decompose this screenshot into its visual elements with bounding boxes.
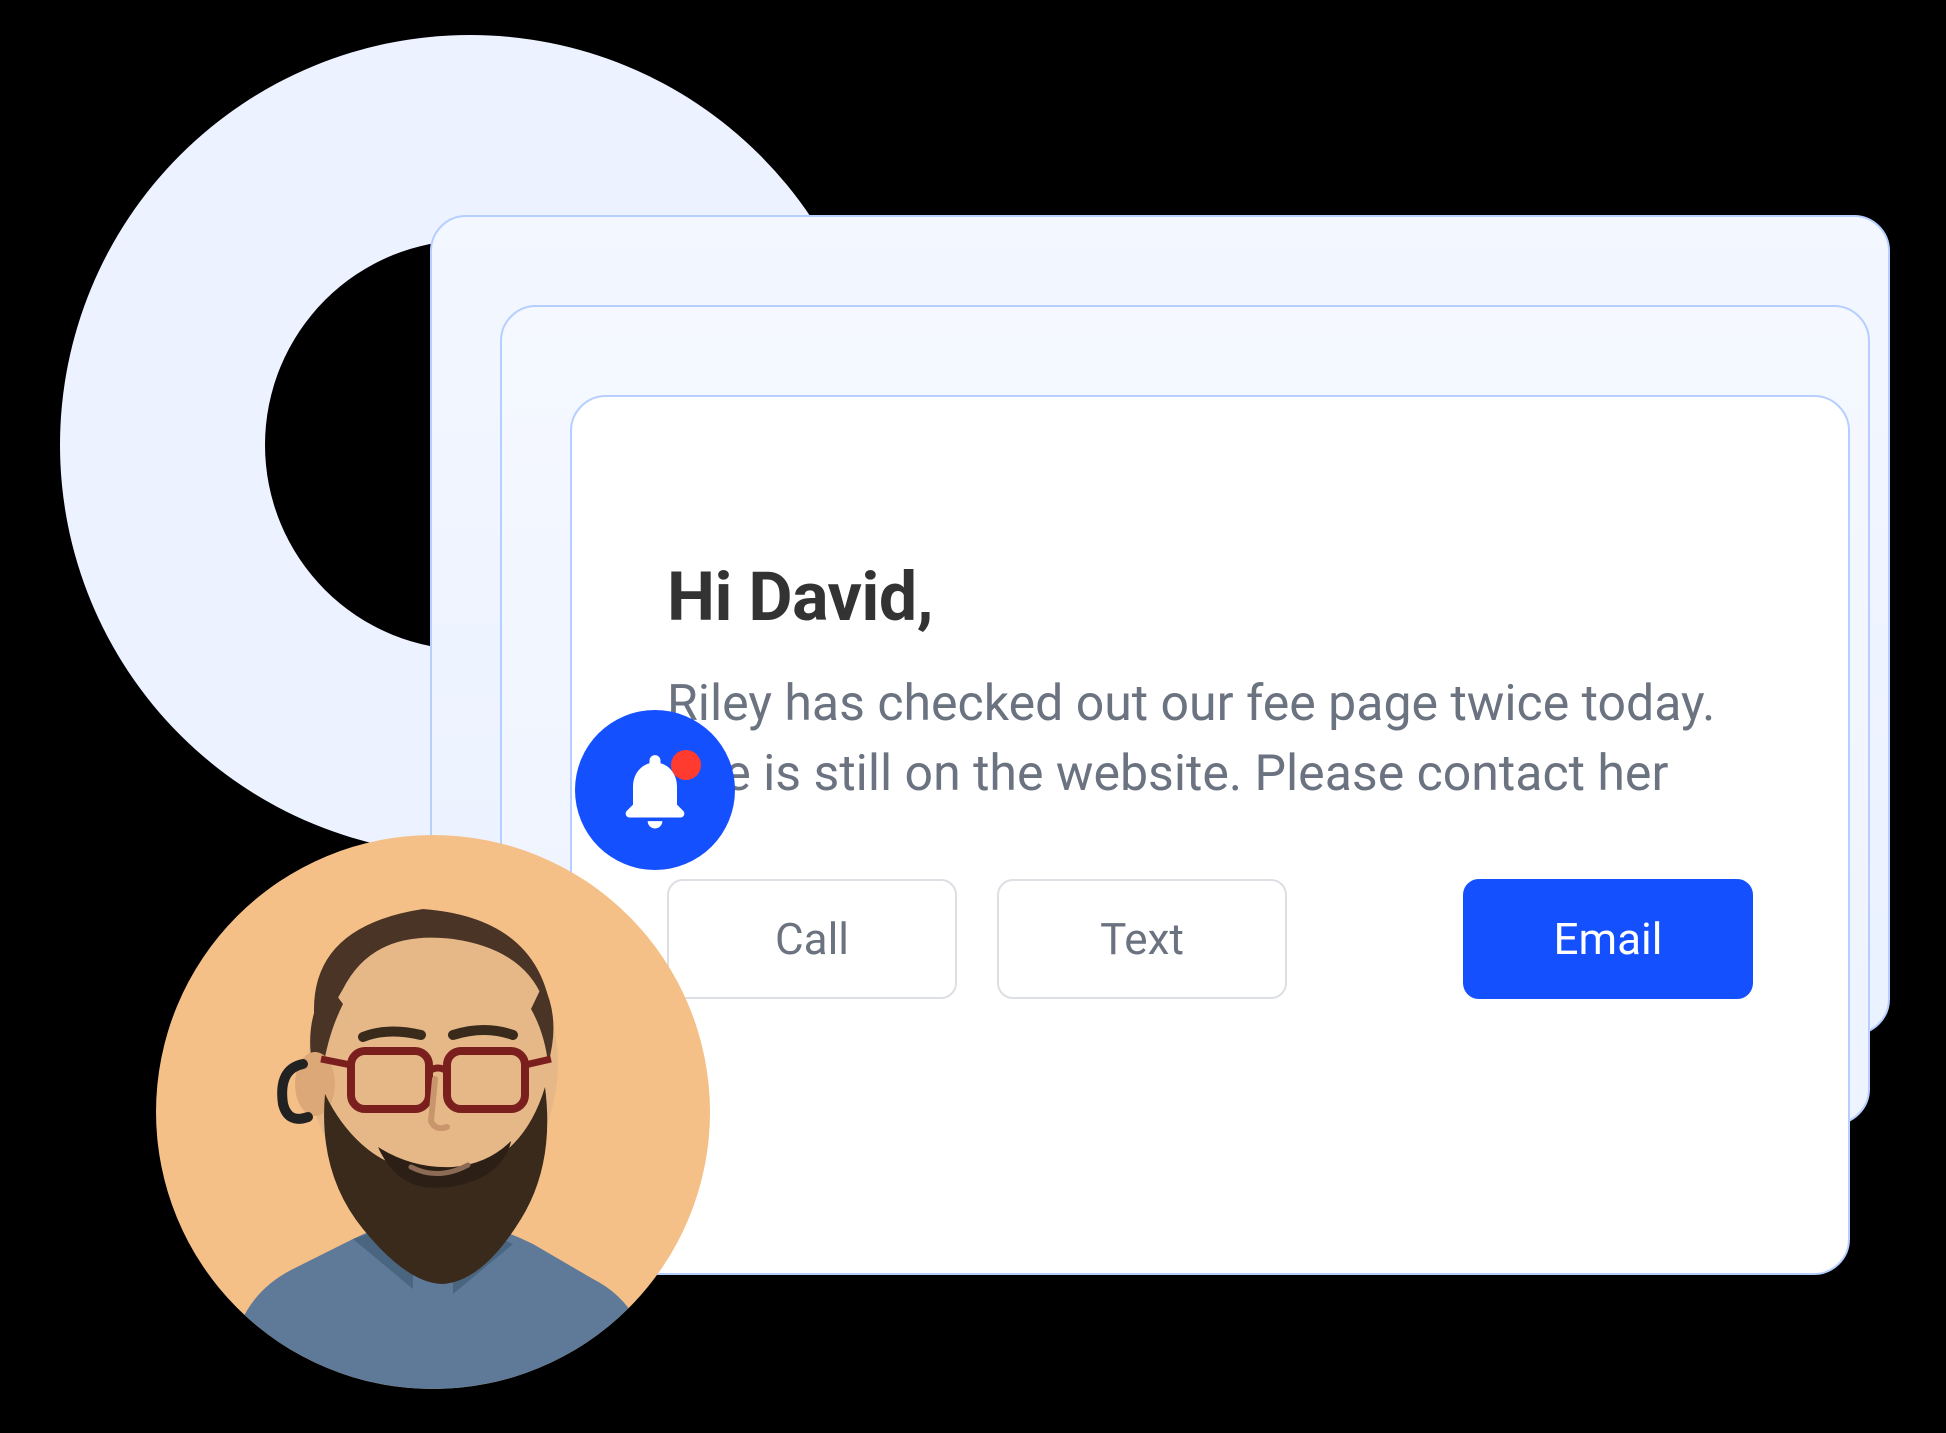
email-button[interactable]: Email — [1463, 879, 1753, 999]
notification-greeting: Hi David, — [667, 557, 1753, 637]
text-button[interactable]: Text — [997, 879, 1287, 999]
notification-dot — [671, 750, 701, 780]
avatar-container — [156, 835, 710, 1389]
notification-card: Hi David, Riley has checked out our fee … — [570, 395, 1850, 1275]
avatar — [156, 835, 710, 1389]
action-button-row: Call Text Email — [667, 879, 1753, 999]
call-button[interactable]: Call — [667, 879, 957, 999]
notification-badge[interactable] — [575, 710, 735, 870]
notification-message: Riley has checked out our fee page twice… — [667, 669, 1753, 809]
